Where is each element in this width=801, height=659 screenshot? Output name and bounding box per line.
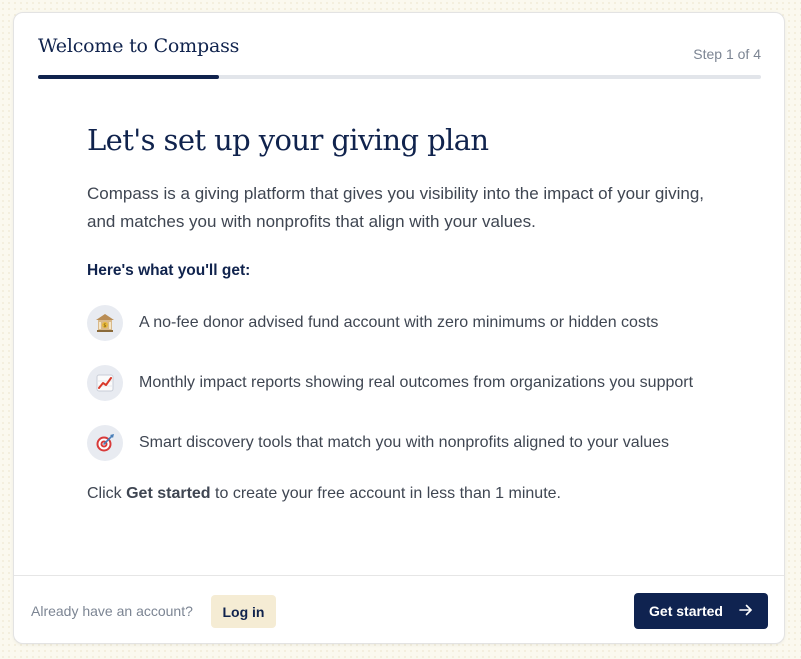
benefit-text: Monthly impact reports showing real outc… [139, 373, 694, 391]
cta-suffix: to create your free account in less than… [210, 484, 561, 502]
chart-increasing-icon [87, 364, 123, 401]
benefits-list: $ A no-fee donor advised fund account wi… [87, 304, 727, 461]
step-indicator: Step 1 of 4 [693, 46, 761, 62]
benefit-text: Smart discovery tools that match you wit… [139, 433, 670, 451]
cta-prefix: Click [87, 484, 127, 502]
progress-fill [38, 75, 219, 79]
progress-bar [38, 75, 761, 79]
card-footer: Already have an account? Log in Get star… [14, 575, 784, 643]
main-content: Let's set up your giving plan Compass is… [87, 123, 727, 503]
cta-bold: Get started [126, 484, 211, 502]
benefit-item-discovery: Smart discovery tools that match you wit… [87, 424, 727, 461]
intro-text: Compass is a giving platform that gives … [87, 183, 704, 231]
login-button[interactable]: Log in [211, 595, 276, 628]
get-started-label: Get started [649, 603, 723, 619]
benefit-text: A no-fee donor advised fund account with… [139, 313, 659, 331]
svg-text:$: $ [103, 323, 106, 329]
login-prompt: Already have an account? [31, 603, 193, 619]
benefits-heading: Here's what you'll get: [87, 261, 251, 279]
arrow-right-icon [739, 603, 753, 619]
bank-icon: $ [87, 304, 123, 341]
target-icon [87, 424, 123, 461]
get-started-button[interactable]: Get started [634, 593, 768, 629]
app-title: Welcome to Compass [38, 35, 240, 57]
benefit-item-fund: $ A no-fee donor advised fund account wi… [87, 304, 727, 341]
cta-instruction: Click Get started to create your free ac… [87, 485, 727, 503]
page-title: Let's set up your giving plan [87, 123, 489, 157]
benefit-item-reports: Monthly impact reports showing real outc… [87, 364, 727, 401]
onboarding-card: Welcome to Compass Step 1 of 4 Let's set… [13, 12, 785, 644]
